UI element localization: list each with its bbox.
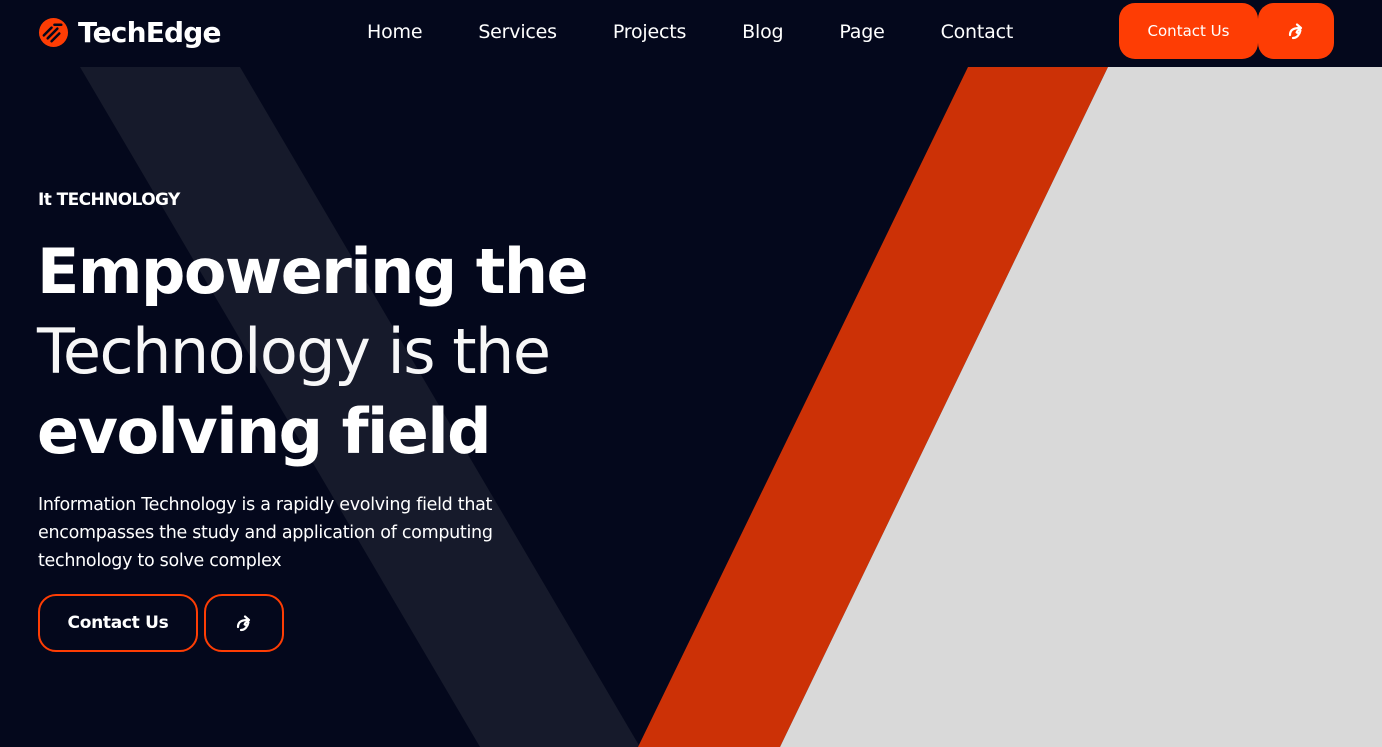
header-arrow-button[interactable] xyxy=(1258,3,1334,59)
headline-line-1: Empowering the xyxy=(37,235,589,308)
hero-section: It TECHNOLOGY Empowering the Technology … xyxy=(0,0,1382,747)
share-arrow-icon xyxy=(236,615,251,632)
nav-item-blog[interactable]: Blog xyxy=(742,19,783,45)
hero-cta-row: Contact Us xyxy=(38,594,284,652)
nav-item-home[interactable]: Home xyxy=(367,19,423,45)
hero-description: Information Technology is a rapidly evol… xyxy=(38,495,493,571)
brand-name: TechEdge xyxy=(78,15,222,49)
hero-headline: Empowering the Technology is the evolvin… xyxy=(37,232,589,472)
headline-line-3: evolving field xyxy=(37,395,492,468)
hero-eyebrow: It TECHNOLOGY xyxy=(38,190,180,210)
nav-item-projects[interactable]: Projects xyxy=(613,19,687,45)
header-contact-button[interactable]: Contact Us xyxy=(1119,3,1258,59)
nav-item-page[interactable]: Page xyxy=(839,19,884,45)
hero-contact-button[interactable]: Contact Us xyxy=(38,594,198,652)
nav-item-contact[interactable]: Contact xyxy=(941,19,1014,45)
brand-logo[interactable]: TechEdge xyxy=(38,14,222,50)
nav-item-services[interactable]: Services xyxy=(478,19,557,45)
site-header: TechEdge Home Services Projects Blog Pag… xyxy=(0,0,1382,67)
hero-arrow-button[interactable] xyxy=(204,594,284,652)
headline-line-2: Technology is the xyxy=(37,315,551,388)
share-arrow-icon xyxy=(1288,23,1303,40)
main-nav: Home Services Projects Blog Page Contact xyxy=(367,19,1013,45)
techedge-logo-icon xyxy=(38,17,69,47)
